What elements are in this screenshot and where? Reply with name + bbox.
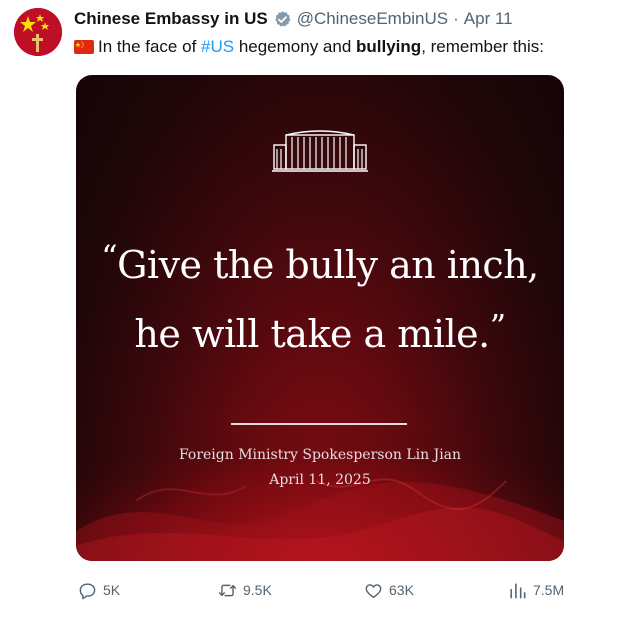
china-flag-avatar-icon: [14, 8, 62, 56]
post-text-part: hegemony and: [234, 37, 357, 56]
reply-count: 5K: [103, 582, 121, 598]
heart-icon: [365, 583, 382, 598]
attribution-date: April 11, 2025: [269, 472, 371, 488]
close-quote-mark: ”: [489, 307, 506, 345]
divider: [231, 423, 407, 425]
views-button[interactable]: 7.5M: [508, 578, 564, 602]
repost-icon: [218, 584, 237, 596]
post-header: Chinese Embassy in US @ChineseEmbinUS · …: [74, 7, 513, 31]
avatar[interactable]: [14, 8, 62, 56]
post-image[interactable]: “Give the bully an inch, he will take a …: [76, 75, 564, 561]
ministry-building-icon: [272, 130, 368, 172]
views-bar-chart-icon: [510, 582, 526, 598]
views-count: 7.5M: [533, 582, 565, 598]
like-button[interactable]: 63K: [364, 578, 414, 602]
quote-line-1: “Give the bully an inch,: [76, 238, 564, 287]
post-text: In the face of #US hegemony and bullying…: [74, 36, 544, 58]
verified-badge-icon[interactable]: [273, 10, 292, 29]
author-name[interactable]: Chinese Embassy in US: [74, 9, 268, 29]
attribution-name: Foreign Ministry Spokesperson Lin Jian: [178, 447, 462, 463]
reply-icon: [79, 582, 96, 599]
hashtag-link[interactable]: #US: [201, 37, 234, 57]
quote-line-2: he will take a mile.”: [76, 307, 564, 356]
post-text-part: In the face of: [98, 37, 202, 56]
repost-count: 9.5K: [243, 582, 272, 598]
separator-dot: ·: [453, 9, 459, 28]
like-count: 63K: [389, 582, 414, 598]
quote-text-2: he will take a mile.: [134, 312, 490, 356]
reply-button[interactable]: 5K: [78, 578, 120, 602]
author-handle[interactable]: @ChineseEmbinUS: [297, 9, 448, 29]
post-text-part: , remember this:: [421, 37, 544, 56]
action-bar: 5K 9.5K 63K 7.5M: [0, 578, 624, 602]
post-date[interactable]: Apr 11: [464, 9, 513, 29]
post-text-bold: bullying: [356, 37, 422, 56]
repost-button[interactable]: 9.5K: [218, 578, 272, 602]
quote-text-1: Give the bully an inch,: [117, 243, 539, 287]
open-quote-mark: “: [101, 238, 118, 276]
china-flag-icon: [74, 40, 94, 54]
